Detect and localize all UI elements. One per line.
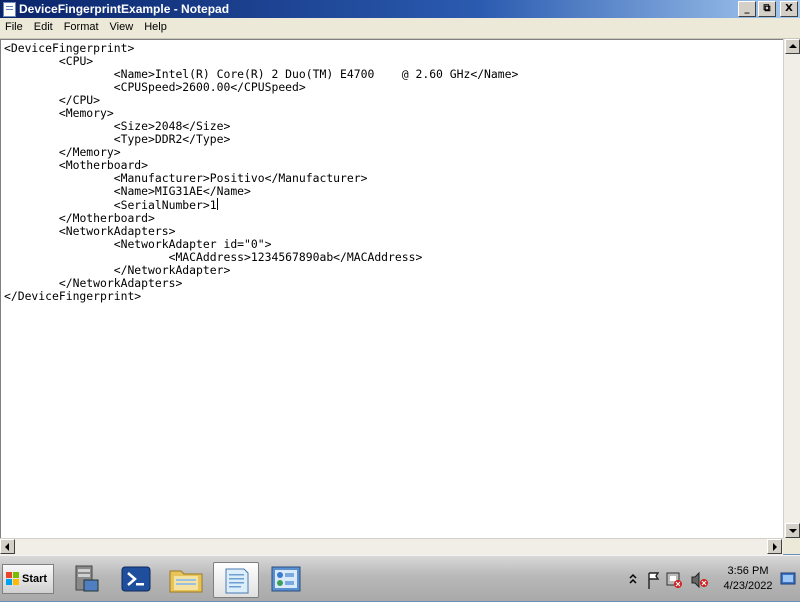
arrow-up-icon: [789, 44, 797, 48]
document-line: <CPU>: [4, 54, 94, 68]
menu-format[interactable]: Format: [59, 18, 105, 33]
maximize-button[interactable]: ⧉: [758, 1, 776, 17]
document-line: </CPU>: [4, 93, 101, 107]
document-line: <Name>MIG31AE</Name>: [4, 184, 251, 198]
show-desktop-icon[interactable]: [780, 572, 796, 586]
taskbar-control-panel[interactable]: [264, 562, 308, 596]
show-hidden-icons-icon[interactable]: [629, 573, 637, 584]
menu-edit[interactable]: Edit: [29, 18, 59, 33]
windows-logo-icon: [6, 572, 20, 586]
menu-bar: File Edit Format View Help: [0, 18, 800, 39]
menu-file[interactable]: File: [0, 18, 29, 33]
scroll-left-button[interactable]: [0, 539, 15, 554]
close-button[interactable]: X: [780, 1, 798, 17]
document-line: <Memory>: [4, 106, 114, 120]
document-line: <Size>2048</Size>: [4, 119, 231, 133]
volume-muted-icon[interactable]: [691, 571, 708, 589]
document-line: <MACAddress>1234567890ab</MACAddress>: [4, 250, 423, 264]
taskbar: Start 3:56 PM 4/23/2022: [0, 555, 800, 601]
network-error-icon[interactable]: [666, 572, 682, 588]
document-line: </Memory>: [4, 145, 121, 159]
folder-icon: [169, 570, 203, 593]
horizontal-scrollbar[interactable]: [0, 538, 783, 555]
document-line: </Motherboard>: [4, 211, 155, 225]
text-editor[interactable]: <DeviceFingerprint> <CPU> <Name>Intel(R)…: [0, 39, 783, 539]
document-line: <NetworkAdapter id="0">: [4, 237, 272, 251]
document-line: <SerialNumber>1: [4, 198, 217, 212]
notepad-app-icon[interactable]: [3, 2, 16, 17]
scroll-up-button[interactable]: [785, 39, 800, 54]
clock-time: 3:56 PM: [727, 565, 769, 577]
arrow-left-icon: [5, 543, 9, 551]
scroll-right-button[interactable]: [767, 539, 782, 554]
arrow-down-icon: [789, 529, 797, 533]
control-panel-icon: [271, 566, 301, 592]
window-controls: _ ⧉ X: [738, 1, 798, 17]
size-grip[interactable]: [783, 538, 800, 554]
notepad-icon: [225, 568, 249, 594]
taskbar-notepad[interactable]: [213, 562, 259, 598]
document-line: <CPUSpeed>2600.00</CPUSpeed>: [4, 80, 306, 94]
vertical-scrollbar[interactable]: [783, 39, 800, 538]
arrow-right-icon: [773, 543, 777, 551]
start-button[interactable]: Start: [2, 564, 54, 594]
document-line: </DeviceFingerprint>: [4, 289, 142, 303]
document-text[interactable]: <DeviceFingerprint> <CPU> <Name>Intel(R)…: [1, 40, 783, 303]
start-label: Start: [22, 573, 48, 585]
document-line: </NetworkAdapter>: [4, 263, 231, 277]
taskbar-server-manager[interactable]: [64, 562, 108, 596]
scroll-down-button[interactable]: [785, 523, 800, 538]
tray-icons: [629, 571, 708, 589]
minimize-button[interactable]: _: [738, 1, 756, 17]
menu-view[interactable]: View: [105, 18, 140, 33]
powershell-icon: [121, 566, 151, 592]
taskbar-explorer[interactable]: [164, 562, 208, 596]
document-line: <Manufacturer>Positivo</Manufacturer>: [4, 171, 368, 185]
document-line: <Type>DDR2</Type>: [4, 132, 231, 146]
window-title: DeviceFingerprintExample - Notepad: [19, 2, 230, 16]
document-line: </NetworkAdapters>: [4, 276, 183, 290]
document-line: <NetworkAdapters>: [4, 224, 176, 238]
server-manager-icon: [75, 565, 99, 592]
clock-date: 4/23/2022: [723, 580, 773, 592]
document-line: <Motherboard>: [4, 158, 149, 172]
taskbar-powershell[interactable]: [114, 562, 158, 596]
clock[interactable]: 3:56 PM 4/23/2022: [718, 564, 778, 594]
menu-help[interactable]: Help: [139, 18, 173, 33]
title-bar[interactable]: DeviceFingerprintExample - Notepad _ ⧉ X: [0, 0, 800, 18]
document-line: <DeviceFingerprint>: [4, 41, 135, 55]
action-center-flag-icon[interactable]: [648, 572, 660, 589]
text-caret: [216, 198, 218, 210]
document-line: <Name>Intel(R) Core(R) 2 Duo(TM) E4700 @…: [4, 67, 519, 81]
